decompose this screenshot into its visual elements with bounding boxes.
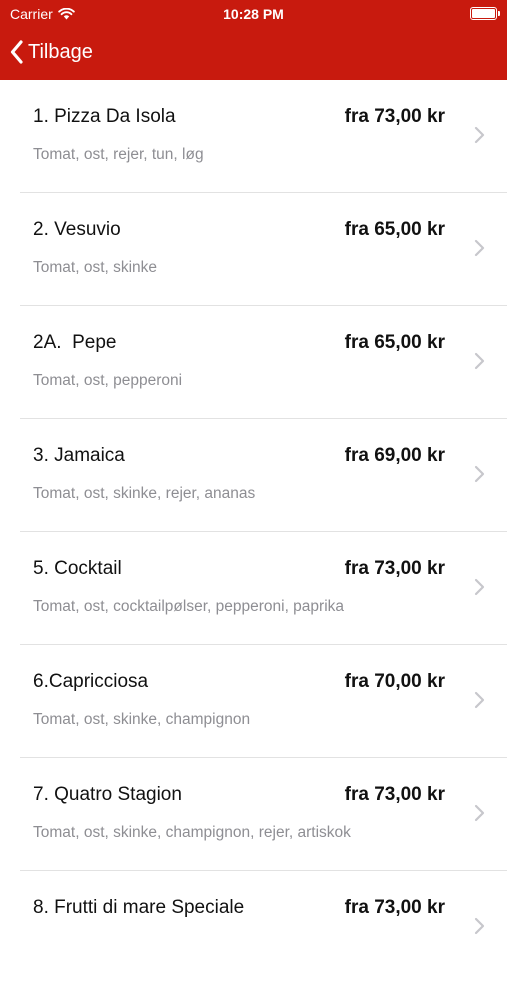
item-description: Tomat, ost, skinke, champignon — [33, 711, 251, 728]
item-title: 2A. Pepe — [33, 332, 117, 353]
item-title: 8. Frutti di mare Speciale — [33, 897, 245, 918]
chevron-right-icon — [474, 691, 485, 709]
item-title: 2. Vesuvio — [33, 219, 121, 240]
item-title: 6.Capricciosa — [33, 671, 149, 692]
status-time: 10:28 PM — [223, 6, 284, 22]
item-title: 3. Jamaica — [33, 445, 125, 466]
item-description: Tomat, ost, skinke — [33, 259, 158, 276]
chevron-right-icon — [474, 465, 485, 483]
menu-item[interactable]: 3. Jamaica fra 69,00 kr Tomat, ost, skin… — [0, 419, 507, 532]
item-description: Tomat, ost, skinke, rejer, ananas — [33, 485, 256, 502]
item-title: 1. Pizza Da Isola — [33, 106, 176, 127]
chevron-right-icon — [474, 126, 485, 144]
item-title: 5. Cocktail — [33, 558, 122, 579]
back-button[interactable]: Tilbage — [10, 36, 93, 68]
menu-item[interactable]: 2. Vesuvio fra 65,00 kr Tomat, ost, skin… — [0, 193, 507, 306]
item-price: fra 65,00 kr — [344, 332, 445, 353]
chevron-right-icon — [474, 578, 485, 596]
menu-item[interactable]: 5. Cocktail fra 73,00 kr Tomat, ost, coc… — [0, 532, 507, 645]
item-description: Tomat, ost, pepperoni — [33, 372, 183, 389]
navigation-header: Carrier 10:28 PM Tilbage — [0, 0, 507, 80]
item-price: fra 73,00 kr — [344, 106, 445, 127]
menu-item[interactable]: 7. Quatro Stagion fra 73,00 kr Tomat, os… — [0, 758, 507, 871]
item-price: fra 73,00 kr — [344, 897, 445, 918]
item-description: Tomat, ost, cocktailpølser, pepperoni, p… — [33, 598, 345, 615]
chevron-right-icon — [474, 239, 485, 257]
chevron-right-icon — [474, 917, 485, 935]
item-price: fra 73,00 kr — [344, 558, 445, 579]
item-description: Tomat, ost, rejer, tun, løg — [33, 146, 204, 163]
chevron-right-icon — [474, 804, 485, 822]
menu-item[interactable]: 1. Pizza Da Isola fra 73,00 kr Tomat, os… — [0, 80, 507, 193]
item-price: fra 73,00 kr — [344, 784, 445, 805]
battery-icon — [470, 7, 500, 20]
status-bar: Carrier 10:28 PM — [0, 0, 507, 28]
item-title: 7. Quatro Stagion — [33, 784, 182, 805]
item-price: fra 69,00 kr — [344, 445, 445, 466]
chevron-left-icon — [10, 40, 23, 64]
menu-item[interactable]: 2A. Pepe fra 65,00 kr Tomat, ost, pepper… — [0, 306, 507, 419]
item-description: Tomat, ost, skinke, champignon, rejer, a… — [33, 824, 351, 841]
item-price: fra 70,00 kr — [344, 671, 445, 692]
back-label: Tilbage — [28, 40, 93, 63]
menu-item[interactable]: 8. Frutti di mare Speciale fra 73,00 kr — [0, 871, 507, 984]
item-price: fra 65,00 kr — [344, 219, 445, 240]
menu-item[interactable]: 6.Capricciosa fra 70,00 kr Tomat, ost, s… — [0, 645, 507, 758]
chevron-right-icon — [474, 352, 485, 370]
menu-list: 1. Pizza Da Isola fra 73,00 kr Tomat, os… — [0, 80, 507, 984]
